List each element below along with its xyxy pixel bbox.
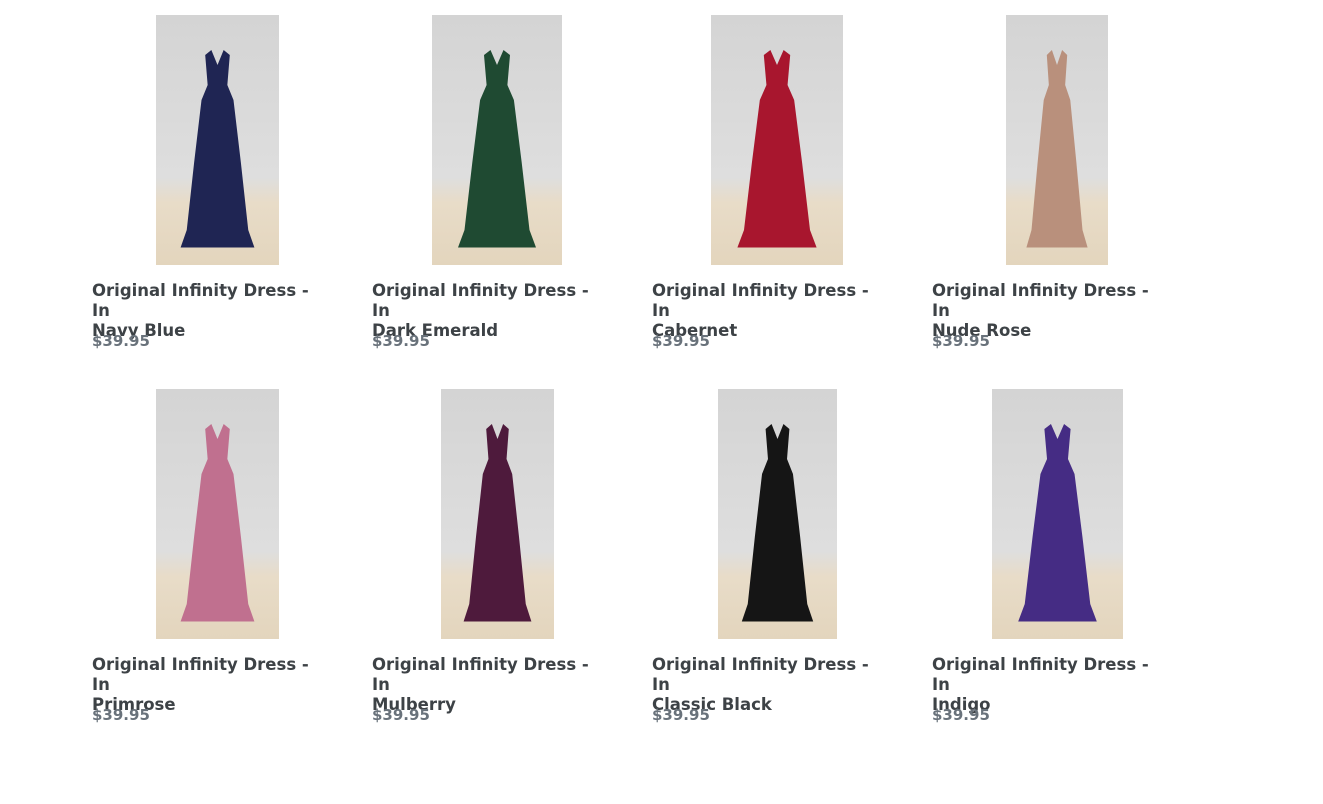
product-grid: Original Infinity Dress - In Navy Blue $… [92,15,1212,725]
product-card[interactable]: Original Infinity Dress - In Cabernet $3… [652,15,892,351]
product-image[interactable] [432,15,562,265]
product-image[interactable] [155,15,279,265]
product-price: $39.95 [932,332,990,350]
product-image-wrapper [932,15,1182,265]
product-card[interactable]: Original Infinity Dress - In Dark Emeral… [372,15,612,351]
product-image[interactable] [440,389,554,639]
product-price: $39.95 [652,706,710,724]
product-card[interactable]: Original Infinity Dress - In Indigo $39.… [932,389,1172,725]
product-card[interactable]: Original Infinity Dress - In Primrose $3… [92,389,332,725]
product-title[interactable]: Original Infinity Dress - In Mulberry [372,655,612,714]
product-image-wrapper [932,389,1182,639]
product-price: $39.95 [932,706,990,724]
product-title[interactable]: Original Infinity Dress - In Nude Rose [932,281,1172,340]
product-price: $39.95 [652,332,710,350]
product-image[interactable] [1006,15,1108,265]
product-image-wrapper [92,15,342,265]
product-image-wrapper [372,389,622,639]
product-card[interactable]: Original Infinity Dress - In Navy Blue $… [92,15,332,351]
product-card[interactable]: Original Infinity Dress - In Mulberry $3… [372,389,612,725]
product-image-wrapper [652,15,902,265]
product-title[interactable]: Original Infinity Dress - In Dark Emeral… [372,281,612,340]
product-image[interactable] [155,389,279,639]
product-image[interactable] [711,15,843,265]
product-image[interactable] [717,389,837,639]
product-image[interactable] [991,389,1123,639]
product-card[interactable]: Original Infinity Dress - In Classic Bla… [652,389,892,725]
product-title[interactable]: Original Infinity Dress - In Primrose [92,655,332,714]
product-price: $39.95 [372,706,430,724]
product-title[interactable]: Original Infinity Dress - In Classic Bla… [652,655,892,714]
product-image-wrapper [92,389,342,639]
product-card[interactable]: Original Infinity Dress - In Nude Rose $… [932,15,1172,351]
product-price: $39.95 [92,332,150,350]
product-title[interactable]: Original Infinity Dress - In Cabernet [652,281,892,340]
product-title[interactable]: Original Infinity Dress - In Indigo [932,655,1172,714]
product-price: $39.95 [92,706,150,724]
product-image-wrapper [372,15,622,265]
product-title[interactable]: Original Infinity Dress - In Navy Blue [92,281,332,340]
product-image-wrapper [652,389,902,639]
